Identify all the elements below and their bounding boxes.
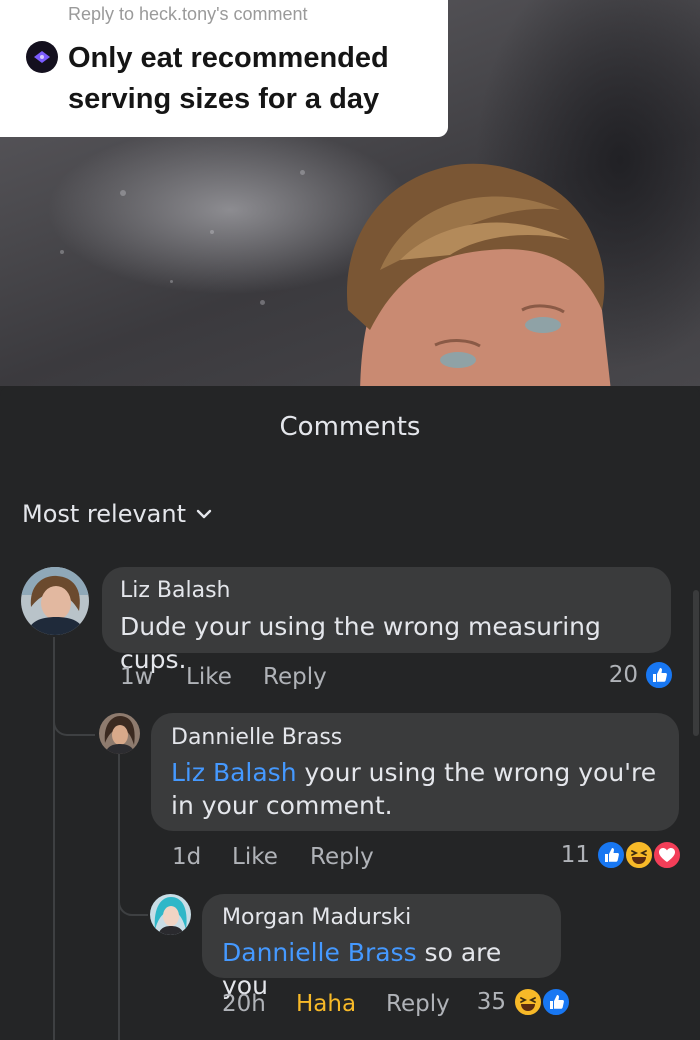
comment-text: Liz Balash your using the wrong you're i… — [171, 756, 661, 822]
person-face-image — [346, 163, 611, 386]
like-button[interactable]: Like — [232, 844, 278, 870]
reaction-count[interactable]: 11 — [548, 842, 590, 868]
love-reaction-icon — [652, 840, 682, 870]
panel-title: Comments — [279, 412, 421, 442]
thread-line — [53, 637, 55, 1040]
reaction-count[interactable]: 20 — [590, 662, 638, 688]
comment-author[interactable]: Morgan Madurski — [222, 905, 411, 930]
caption-text: Only eat recommended serving sizes for a… — [68, 42, 389, 115]
haha-reaction-icon — [513, 987, 543, 1017]
like-reaction-icon — [596, 840, 626, 870]
avatar[interactable] — [150, 894, 191, 935]
comment-author[interactable]: Dannielle Brass — [171, 725, 342, 750]
sort-dropdown[interactable]: Most relevant — [22, 500, 212, 528]
chevron-down-icon — [196, 509, 212, 519]
comment-timestamp: 1w — [120, 664, 154, 690]
comment-timestamp: 1d — [172, 844, 202, 870]
commenter-avatar-icon — [26, 41, 58, 73]
mention-link[interactable]: Liz Balash — [171, 758, 297, 787]
avatar[interactable] — [21, 567, 89, 635]
like-button[interactable]: Like — [186, 664, 232, 690]
like-reaction-icon — [541, 987, 571, 1017]
reply-button[interactable]: Reply — [310, 844, 374, 870]
scrollbar[interactable] — [693, 590, 699, 736]
mention-link[interactable]: Dannielle Brass — [222, 938, 417, 967]
sort-label: Most relevant — [22, 500, 187, 528]
reply-caption-sticker: Reply to heck.tony's comment Only eat re… — [0, 0, 448, 137]
video-frame[interactable]: Reply to heck.tony's comment Only eat re… — [0, 0, 700, 386]
like-reaction-icon — [644, 660, 674, 690]
avatar[interactable] — [99, 713, 140, 754]
reaction-count[interactable]: 35 — [466, 989, 506, 1015]
reply-to-label: Reply to heck.tony's comment — [68, 4, 308, 24]
thread-connector — [53, 700, 95, 736]
reply-button[interactable]: Reply — [263, 664, 327, 690]
reply-button[interactable]: Reply — [386, 991, 450, 1017]
comment-timestamp: 20h — [222, 991, 266, 1017]
comment-author[interactable]: Liz Balash — [120, 578, 230, 603]
haha-reaction-icon — [624, 840, 654, 870]
thread-connector — [118, 880, 148, 916]
haha-reaction-button[interactable]: Haha — [296, 991, 356, 1017]
